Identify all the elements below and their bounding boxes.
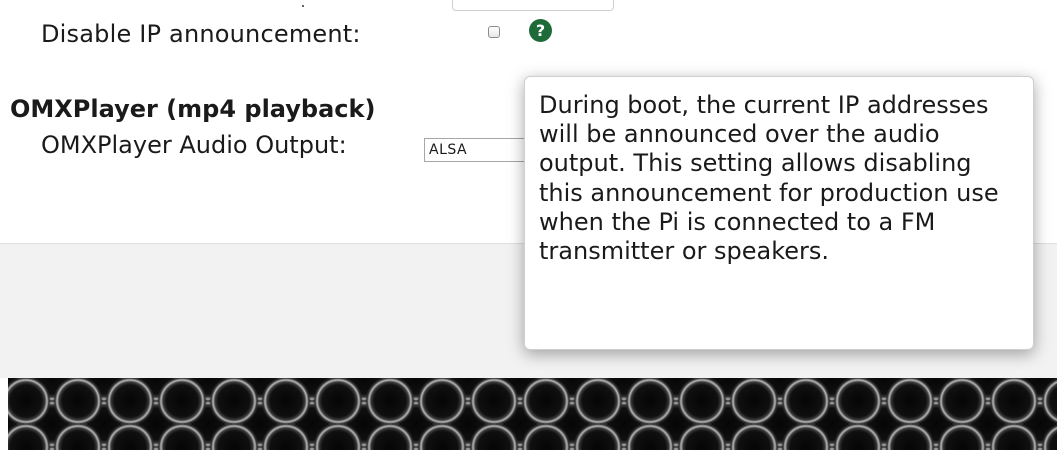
previous-field-marker [302, 5, 304, 7]
disable-ip-checkbox[interactable] [488, 26, 500, 38]
question-circle-icon[interactable]: ? [529, 19, 552, 42]
help-tooltip: During boot, the current IP addresses wi… [524, 76, 1034, 350]
speaker-grille-image [0, 378, 1057, 450]
omxplayer-section-title: OMXPlayer (mp4 playback) [10, 95, 376, 123]
previous-field-input[interactable] [452, 0, 614, 11]
page-edge [0, 378, 8, 450]
disable-ip-label: Disable IP announcement: [41, 20, 361, 48]
omxplayer-audio-output-label: OMXPlayer Audio Output: [41, 131, 347, 159]
tooltip-text: During boot, the current IP addresses wi… [539, 91, 999, 266]
omxplayer-audio-output-select[interactable]: ALSA [424, 138, 534, 162]
settings-page: Disable IP announcement: ? OMXPlayer (mp… [0, 0, 1057, 450]
